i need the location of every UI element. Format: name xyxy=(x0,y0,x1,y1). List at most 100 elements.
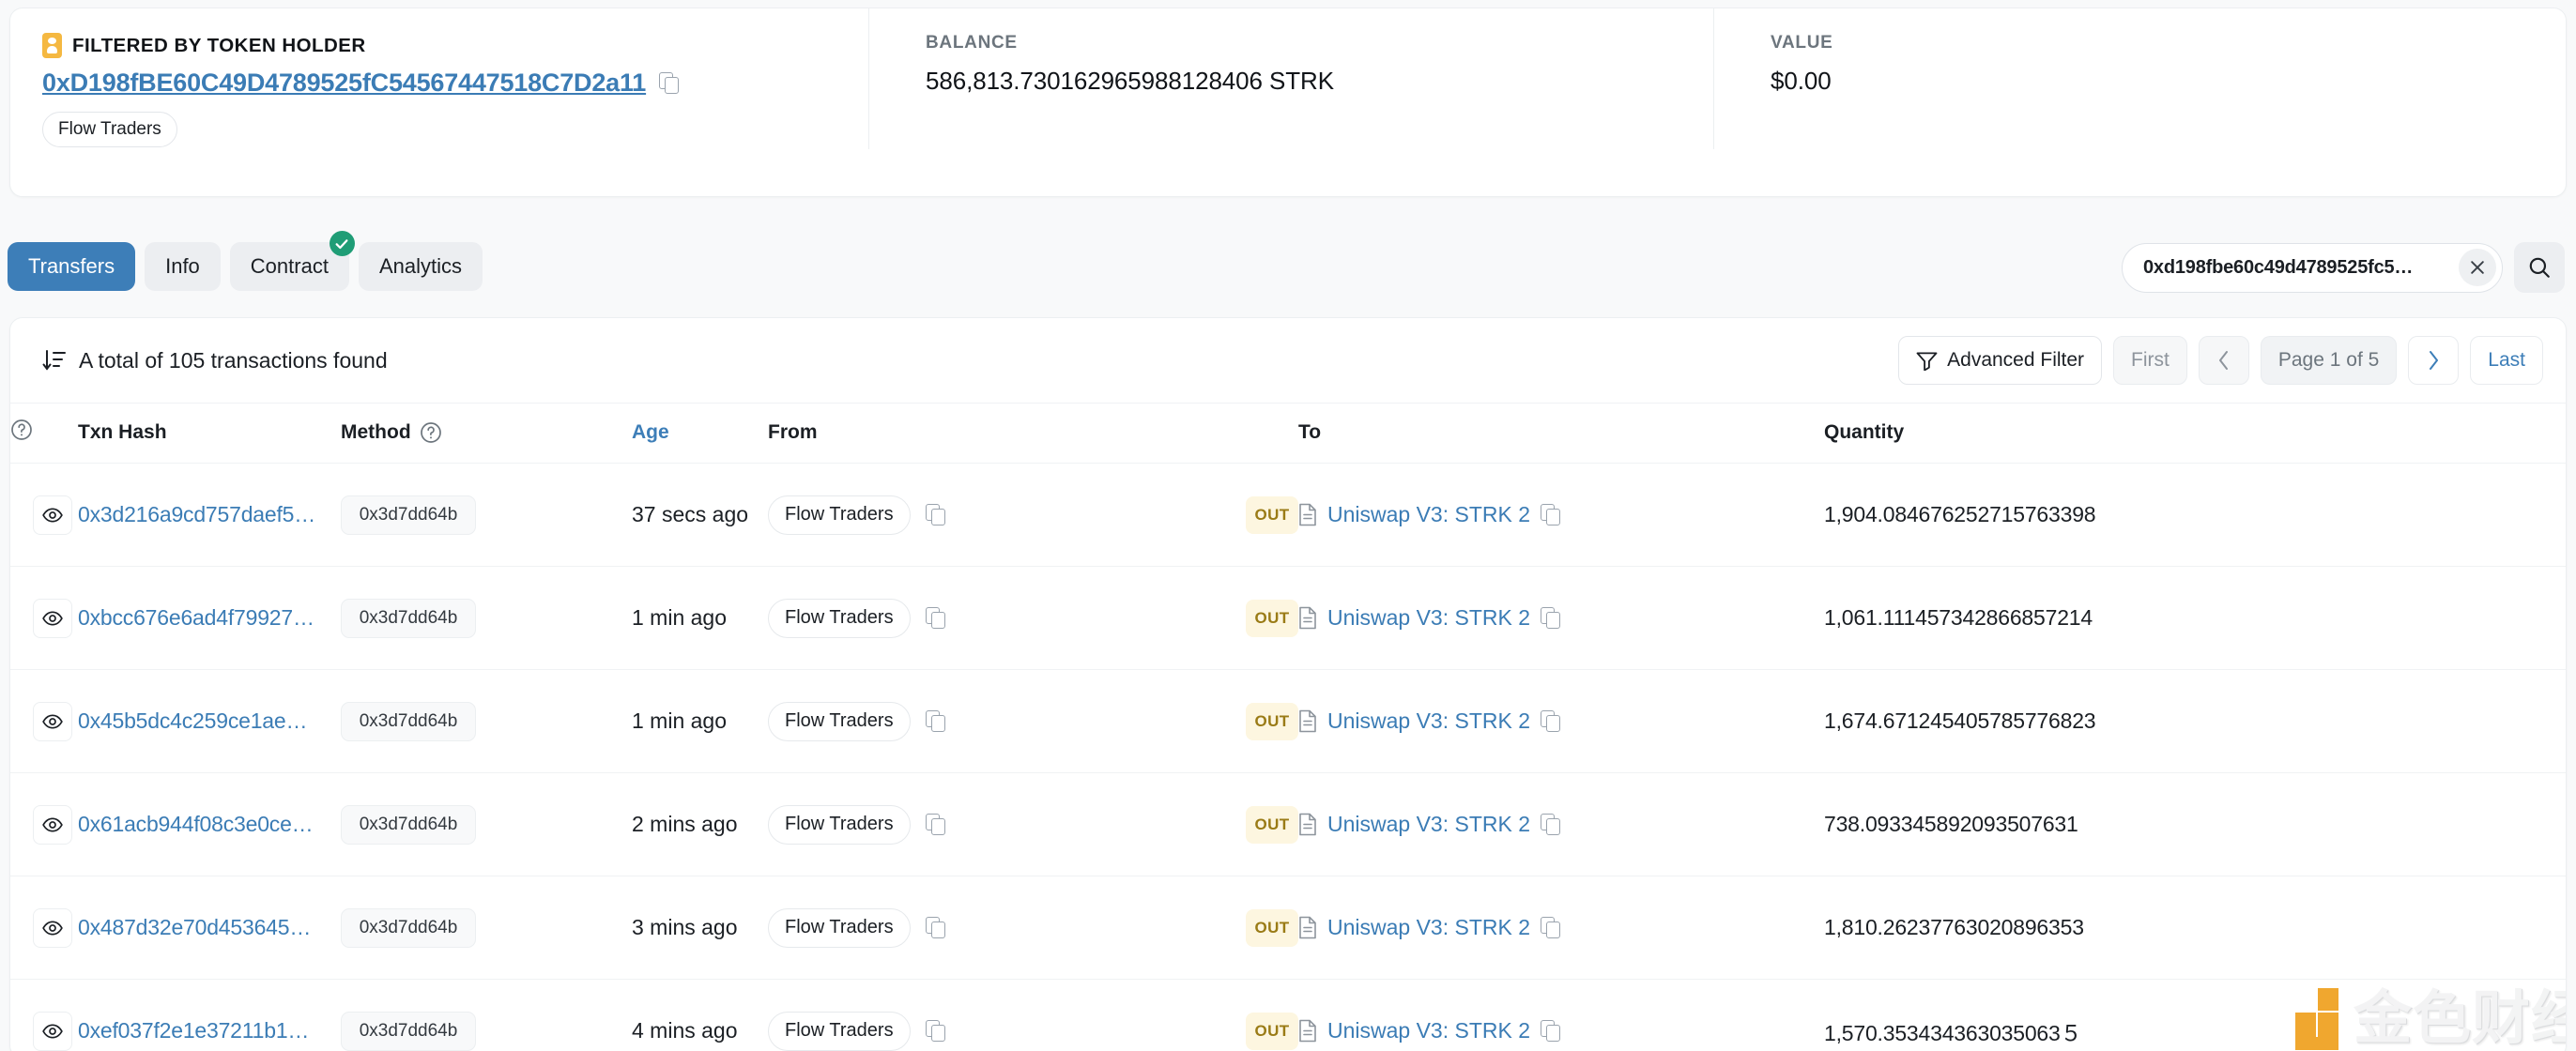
preview-eye-button[interactable] xyxy=(33,598,72,638)
copy-icon[interactable] xyxy=(925,1020,945,1043)
cell-txn-hash: 0x487d32e70d453645… xyxy=(78,876,341,980)
to-address-link[interactable]: Uniswap V3: STRK 2 xyxy=(1327,502,1530,527)
direction-badge: OUT xyxy=(1246,702,1298,740)
to-address-link[interactable]: Uniswap V3: STRK 2 xyxy=(1327,1018,1530,1043)
preview-eye-button[interactable] xyxy=(33,495,72,535)
page-indicator-label: Page 1 of 5 xyxy=(2277,349,2380,371)
to-address-link[interactable]: Uniswap V3: STRK 2 xyxy=(1327,915,1530,940)
tab-info[interactable]: Info xyxy=(145,242,221,291)
method-badge[interactable]: 0x3d7dd64b xyxy=(341,804,476,845)
transactions-total: A total of 105 transactions found xyxy=(42,348,388,373)
holder-name-pill[interactable]: Flow Traders xyxy=(42,112,177,147)
table-header-row: Txn Hash Method Age From To Quantity xyxy=(10,403,2566,464)
column-header-quantity: Quantity xyxy=(1824,403,2566,464)
advanced-filter-button[interactable]: Advanced Filter xyxy=(1898,336,2103,385)
cell-to: Uniswap V3: STRK 2 xyxy=(1298,980,1824,1051)
preview-eye-button[interactable] xyxy=(33,701,72,741)
copy-icon[interactable] xyxy=(1541,607,1561,629)
age-text: 3 mins ago xyxy=(632,915,738,939)
tab-analytics[interactable]: Analytics xyxy=(358,242,483,291)
page-last-button[interactable]: Last xyxy=(2470,336,2543,385)
tab-transfers[interactable]: Transfers xyxy=(8,242,136,291)
txn-hash-link[interactable]: 0x3d216a9cd757daef5… xyxy=(78,502,315,526)
cell-to: Uniswap V3: STRK 2 xyxy=(1298,463,1824,567)
preview-eye-button[interactable] xyxy=(33,1011,72,1051)
direction-badge: OUT xyxy=(1246,495,1298,534)
holder-address-link[interactable]: 0xD198fBE60C49D4789525fC54567447518C7D2a… xyxy=(42,69,646,98)
contract-document-icon xyxy=(1299,606,1316,630)
tab-transfers-label: Transfers xyxy=(28,254,115,278)
eye-icon xyxy=(42,816,63,832)
to-address-link[interactable]: Uniswap V3: STRK 2 xyxy=(1327,605,1530,631)
method-badge[interactable]: 0x3d7dd64b xyxy=(341,907,476,948)
column-header-txn-hash: Txn Hash xyxy=(78,403,341,464)
chevron-right-icon xyxy=(2430,351,2439,370)
copy-icon[interactable] xyxy=(659,72,680,94)
search-input[interactable] xyxy=(2143,256,2459,279)
from-address-pill[interactable]: Flow Traders xyxy=(768,907,911,948)
copy-icon[interactable] xyxy=(925,917,945,938)
token-holder-icon xyxy=(42,33,62,58)
txn-hash-link[interactable]: 0xbcc676e6ad4f79927… xyxy=(78,605,314,630)
page-first-button[interactable]: First xyxy=(2113,336,2187,385)
search-field[interactable] xyxy=(2122,242,2503,293)
column-header-age[interactable]: Age xyxy=(632,403,768,464)
help-circle-icon[interactable] xyxy=(420,421,442,444)
column-header-to-label: To xyxy=(1298,421,1322,443)
tab-contract[interactable]: Contract xyxy=(229,231,355,291)
cell-method: 0x3d7dd64b xyxy=(341,876,632,980)
preview-eye-button[interactable] xyxy=(33,907,72,948)
search-button[interactable] xyxy=(2514,242,2565,293)
copy-icon[interactable] xyxy=(925,814,945,835)
page-next-button[interactable] xyxy=(2408,336,2460,385)
cell-age: 2 mins ago xyxy=(632,772,768,876)
page-prev-button[interactable] xyxy=(2198,336,2249,385)
txn-hash-link[interactable]: 0xef037f2e1e37211b1… xyxy=(78,1018,309,1043)
txn-hash-link[interactable]: 0x45b5dc4c259ce1ae… xyxy=(78,708,307,733)
method-badge[interactable]: 0x3d7dd64b xyxy=(341,495,476,535)
table-row: 0x61acb944f08c3e0ce… 0x3d7dd64b 2 mins ago… xyxy=(10,772,2566,876)
copy-icon[interactable] xyxy=(1541,504,1561,526)
method-badge[interactable]: 0x3d7dd64b xyxy=(341,1011,476,1051)
column-header-quantity-label: Quantity xyxy=(1824,421,1905,443)
cell-to: Uniswap V3: STRK 2 xyxy=(1298,876,1824,980)
filtered-by-holder-section: FILTERED BY TOKEN HOLDER 0xD198fBE60C49D… xyxy=(10,8,868,196)
copy-icon[interactable] xyxy=(1541,710,1561,732)
copy-icon[interactable] xyxy=(925,710,945,732)
transactions-total-text: A total of 105 transactions found xyxy=(79,347,388,373)
cell-txn-hash: 0x3d216a9cd757daef5… xyxy=(78,463,341,567)
tab-list: Transfers Info Contract Analytics xyxy=(0,231,483,291)
sort-icon[interactable] xyxy=(42,349,67,372)
help-circle-icon[interactable] xyxy=(10,419,33,441)
txn-hash-link[interactable]: 0x487d32e70d453645… xyxy=(78,915,311,939)
value-section: VALUE $0.00 xyxy=(1713,8,2539,149)
from-address-pill[interactable]: Flow Traders xyxy=(768,804,911,845)
clear-search-button[interactable] xyxy=(2459,249,2496,286)
cell-from: Flow Traders OUT xyxy=(768,566,1298,670)
method-badge[interactable]: 0x3d7dd64b xyxy=(341,701,476,741)
method-badge[interactable]: 0x3d7dd64b xyxy=(341,598,476,638)
txn-hash-link[interactable]: 0x61acb944f08c3e0ce… xyxy=(78,812,314,836)
cell-method: 0x3d7dd64b xyxy=(341,669,632,773)
from-address-pill[interactable]: Flow Traders xyxy=(768,495,911,535)
from-address-pill[interactable]: Flow Traders xyxy=(768,701,911,741)
cell-quantity: 1,674.671245405785776823 xyxy=(1824,669,2566,773)
page-last-label: Last xyxy=(2488,349,2525,371)
filter-label: FILTERED BY TOKEN HOLDER xyxy=(72,34,366,56)
to-address-link[interactable]: Uniswap V3: STRK 2 xyxy=(1327,812,1530,837)
direction-badge: OUT xyxy=(1246,908,1298,947)
to-address-link[interactable]: Uniswap V3: STRK 2 xyxy=(1327,708,1530,734)
preview-eye-button[interactable] xyxy=(33,804,72,845)
copy-icon[interactable] xyxy=(1541,917,1561,938)
from-address-pill[interactable]: Flow Traders xyxy=(768,598,911,638)
copy-icon[interactable] xyxy=(925,504,945,526)
table-head: Txn Hash Method Age From To Quantity xyxy=(10,403,2566,464)
cell-method: 0x3d7dd64b xyxy=(341,566,632,670)
copy-icon[interactable] xyxy=(1541,814,1561,835)
column-header-to: To xyxy=(1298,403,1824,464)
cell-from: Flow Traders OUT xyxy=(768,463,1298,567)
from-address-pill[interactable]: Flow Traders xyxy=(768,1011,911,1051)
copy-icon[interactable] xyxy=(1541,1020,1561,1043)
advanced-filter-label: Advanced Filter xyxy=(1947,349,2085,371)
copy-icon[interactable] xyxy=(925,607,945,629)
